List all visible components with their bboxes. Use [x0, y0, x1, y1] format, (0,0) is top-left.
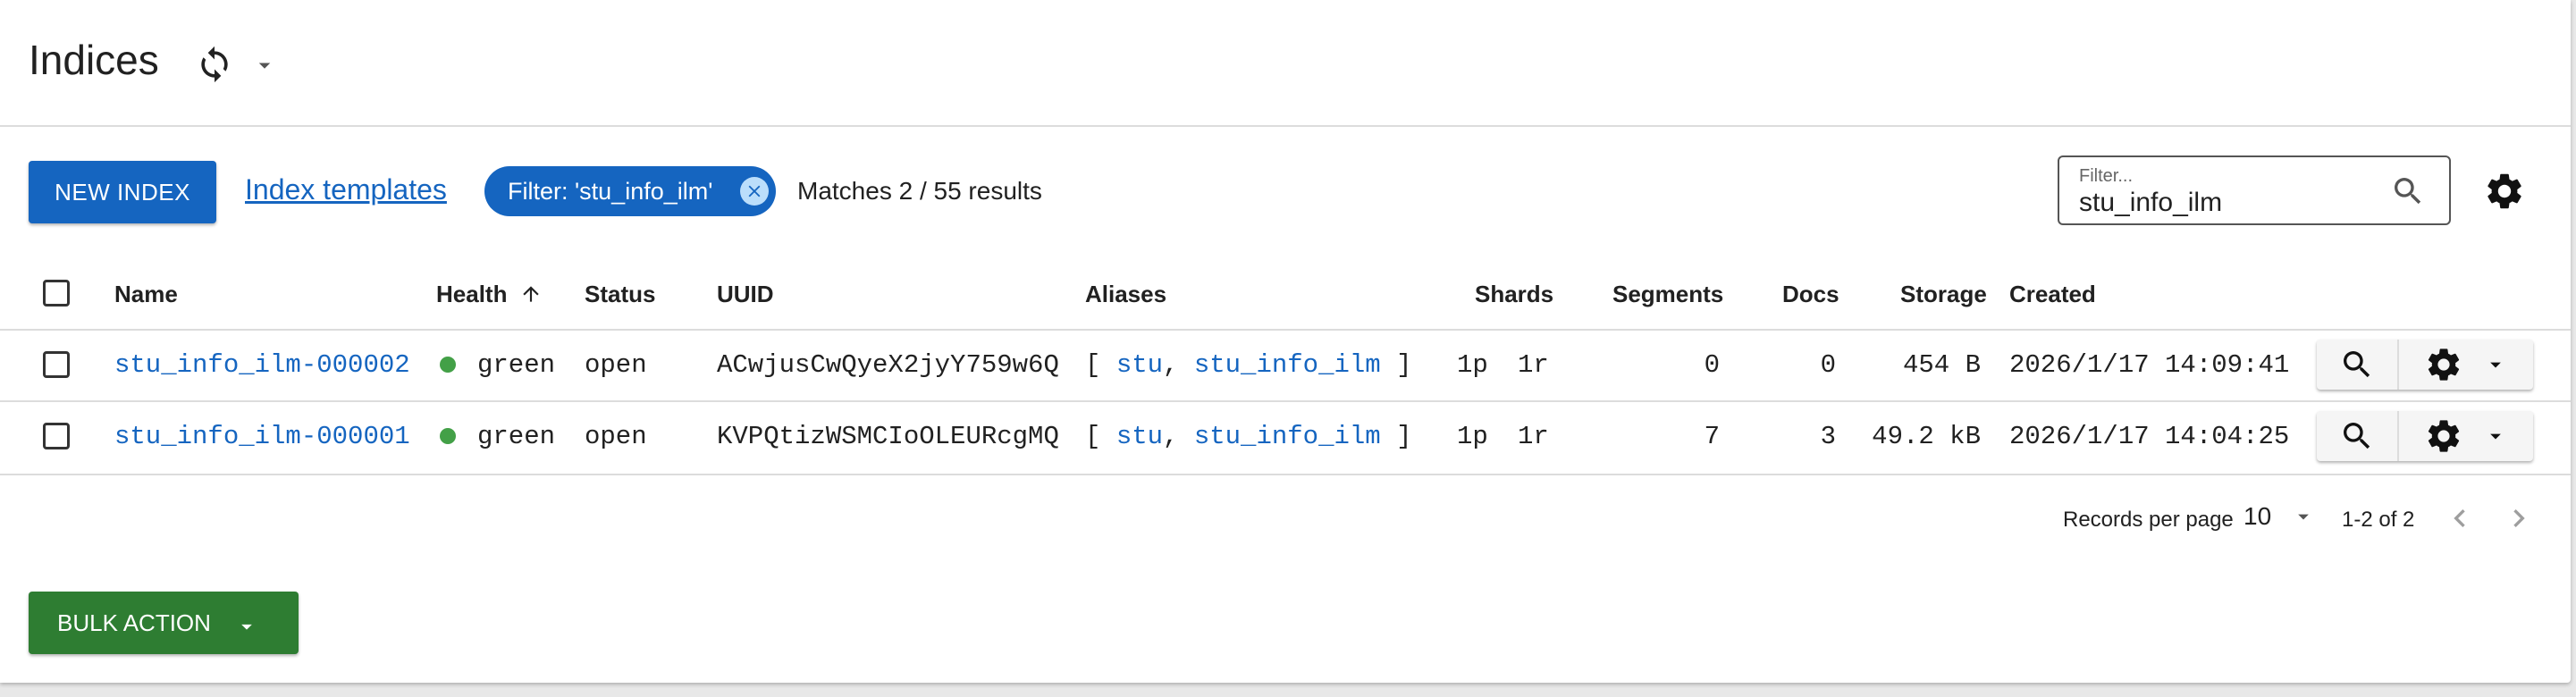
alias-link[interactable]: stu_info_ilm: [1194, 350, 1381, 380]
indices-card: Indices NEW INDEX Index templates Filter…: [0, 0, 2571, 683]
health-value: green: [477, 350, 556, 380]
gear-icon: [2428, 420, 2460, 452]
storage-value: 49.2 kB: [1872, 422, 1981, 451]
view-index-button[interactable]: [2317, 340, 2399, 390]
aliases-cell: [ stu, stu_info_ilm ]: [1085, 350, 1412, 380]
filter-chip-label: Filter: 'stu_info_ilm': [508, 177, 713, 205]
storage-value: 454 B: [1902, 350, 1981, 380]
created-value: 2026/1/17 14:09:41: [2009, 350, 2290, 380]
records-per-page-label: Records per page: [2063, 508, 2234, 532]
aliases-cell: [ stu, stu_info_ilm ]: [1085, 422, 1412, 451]
col-docs[interactable]: Docs: [1782, 281, 1839, 308]
new-index-button[interactable]: NEW INDEX: [29, 161, 216, 223]
alias-bracket: ]: [1396, 422, 1412, 451]
chevron-left-icon[interactable]: [2442, 500, 2478, 536]
health-value: green: [477, 422, 556, 451]
records-per-page-value: 10: [2243, 502, 2272, 530]
primary-shards: 1p: [1457, 350, 1488, 380]
row-checkbox[interactable]: [43, 423, 70, 449]
chevron-down-icon: [2490, 433, 2501, 440]
view-index-button[interactable]: [2317, 411, 2399, 461]
segments-value: 7: [1704, 422, 1720, 451]
col-created[interactable]: Created: [2009, 281, 2096, 308]
health-dot: [440, 428, 456, 444]
health-dot: [440, 357, 456, 373]
col-segments[interactable]: Segments: [1612, 281, 1723, 308]
gear-icon: [2428, 348, 2460, 381]
search-icon[interactable]: [2390, 173, 2426, 209]
row-divider: [0, 474, 2571, 475]
col-name[interactable]: Name: [114, 281, 178, 308]
refresh-icon[interactable]: [195, 45, 234, 84]
replica-shards: 1r: [1518, 350, 1549, 380]
row-checkbox[interactable]: [43, 351, 70, 378]
replica-shards: 1r: [1518, 422, 1549, 451]
alias-bracket: [: [1085, 350, 1101, 380]
uuid-value: KVPQtizWSMCIoOLEURcgMQ: [717, 422, 1059, 451]
chevron-down-icon: [2298, 514, 2309, 520]
col-status[interactable]: Status: [585, 281, 655, 308]
filter-field[interactable]: Filter...: [2058, 155, 2451, 225]
row-actions: [2317, 411, 2533, 461]
status-value: open: [585, 422, 647, 451]
index-settings-menu-button[interactable]: [2399, 340, 2533, 390]
chevron-down-icon[interactable]: [250, 52, 279, 79]
index-templates-link[interactable]: Index templates: [245, 173, 447, 206]
gear-icon[interactable]: [2483, 170, 2526, 213]
chevron-right-icon[interactable]: [2501, 500, 2537, 536]
col-health-label: Health: [436, 281, 508, 307]
col-health[interactable]: Health: [436, 281, 543, 308]
segments-value: 0: [1704, 350, 1720, 380]
index-name-link[interactable]: stu_info_ilm-000001: [114, 422, 410, 451]
search-icon: [2344, 351, 2370, 378]
alias-separator: ,: [1163, 350, 1179, 380]
index-settings-menu-button[interactable]: [2399, 411, 2533, 461]
col-shards[interactable]: Shards: [1475, 281, 1553, 308]
select-all-checkbox[interactable]: [43, 280, 70, 307]
filter-field-label: Filter...: [2079, 166, 2134, 186]
col-storage[interactable]: Storage: [1900, 281, 1987, 308]
alias-link[interactable]: stu: [1116, 350, 1163, 380]
index-name-link[interactable]: stu_info_ilm-000002: [114, 350, 410, 380]
filter-input[interactable]: [2079, 188, 2374, 218]
header-divider: [0, 125, 2571, 127]
records-per-page-select[interactable]: 10: [2243, 502, 2316, 531]
chevron-down-icon: [2490, 362, 2501, 368]
col-uuid[interactable]: UUID: [717, 281, 774, 308]
sort-ascending-icon: [523, 286, 539, 302]
alias-separator: ,: [1163, 422, 1179, 451]
row-actions: [2317, 340, 2533, 390]
page-title: Indices: [29, 37, 159, 83]
row-divider: [0, 329, 2571, 331]
bulk-action-label: BULK ACTION: [57, 609, 211, 636]
search-icon: [2344, 423, 2370, 449]
matches-count: Matches 2 / 55 results: [797, 177, 1042, 205]
alias-link[interactable]: stu: [1116, 422, 1163, 451]
created-value: 2026/1/17 14:04:25: [2009, 422, 2290, 451]
alias-bracket: [: [1085, 422, 1101, 451]
uuid-value: ACwjusCwQyeX2jyY759w6Q: [717, 350, 1059, 380]
col-aliases[interactable]: Aliases: [1085, 281, 1166, 308]
chevron-down-icon: [241, 624, 252, 630]
close-icon[interactable]: [740, 177, 769, 206]
bulk-action-button[interactable]: BULK ACTION: [29, 592, 299, 654]
alias-bracket: ]: [1396, 350, 1412, 380]
docs-value: 3: [1820, 422, 1836, 451]
row-divider: [0, 400, 2571, 402]
filter-chip[interactable]: Filter: 'stu_info_ilm': [484, 166, 776, 216]
docs-value: 0: [1820, 350, 1836, 380]
status-value: open: [585, 350, 647, 380]
pagination-range: 1-2 of 2: [2342, 508, 2415, 532]
alias-link[interactable]: stu_info_ilm: [1194, 422, 1381, 451]
primary-shards: 1p: [1457, 422, 1488, 451]
